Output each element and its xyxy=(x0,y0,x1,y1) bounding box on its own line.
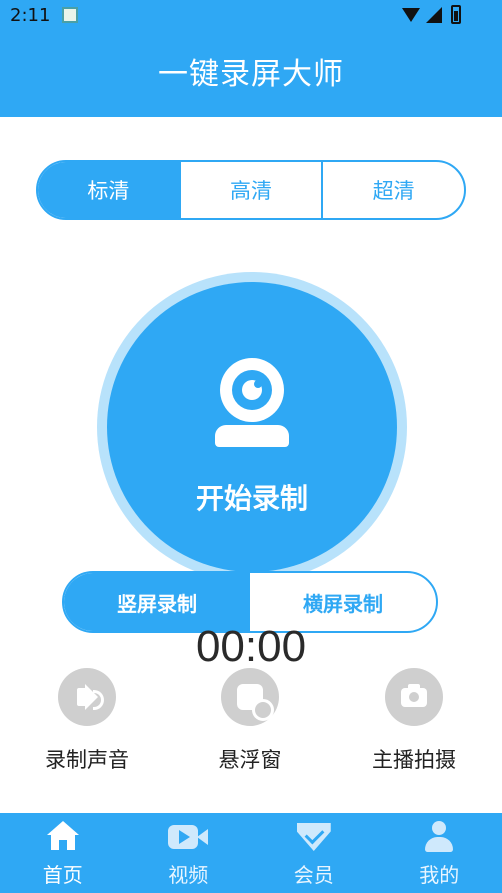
bottom-tab-bar: 首页 视频 会员 我的 xyxy=(0,813,502,893)
notification-icon xyxy=(62,7,78,23)
video-icon xyxy=(168,821,209,851)
vip-icon xyxy=(296,821,331,851)
quality-segmented-control: 标清 高清 超清 xyxy=(36,160,466,220)
quality-tab-high[interactable]: 高清 xyxy=(178,162,322,218)
tab-vip-label: 会员 xyxy=(293,863,334,887)
tab-home-label: 首页 xyxy=(42,863,83,887)
tab-me[interactable]: 我的 xyxy=(377,813,502,893)
record-audio-tool[interactable]: 录制声音 xyxy=(17,668,157,774)
page-title: 一键录屏大师 xyxy=(158,57,344,92)
host-camera-tool[interactable]: 主播拍摄 xyxy=(344,668,484,774)
record-timer: 00:00 xyxy=(195,622,307,671)
tab-vip[interactable]: 会员 xyxy=(251,813,377,893)
signal-icon xyxy=(426,7,442,23)
status-time: 2:11 xyxy=(10,5,51,26)
quality-tab-ultra[interactable]: 超清 xyxy=(321,162,464,218)
tab-me-label: 我的 xyxy=(419,863,460,887)
record-audio-label: 录制声音 xyxy=(45,748,129,772)
start-record-label: 开始录制 xyxy=(195,482,308,515)
host-camera-label: 主播拍摄 xyxy=(372,748,456,772)
tab-video[interactable]: 视频 xyxy=(126,813,252,893)
person-icon xyxy=(425,821,454,853)
quality-tab-standard[interactable]: 标清 xyxy=(38,162,179,218)
home-icon xyxy=(46,821,79,851)
app-bar: 一键录屏大师 xyxy=(0,33,502,117)
speaker-icon xyxy=(58,668,116,726)
tab-home[interactable]: 首页 xyxy=(0,813,126,893)
tab-video-label: 视频 xyxy=(168,863,209,887)
wifi-icon xyxy=(402,8,420,22)
floating-window-icon xyxy=(221,668,279,726)
status-bar: 2:11 xyxy=(0,0,502,33)
battery-icon xyxy=(451,5,461,24)
camera-icon xyxy=(385,668,443,726)
floating-window-label: 悬浮窗 xyxy=(218,748,282,772)
floating-window-tool[interactable]: 悬浮窗 xyxy=(180,668,320,774)
